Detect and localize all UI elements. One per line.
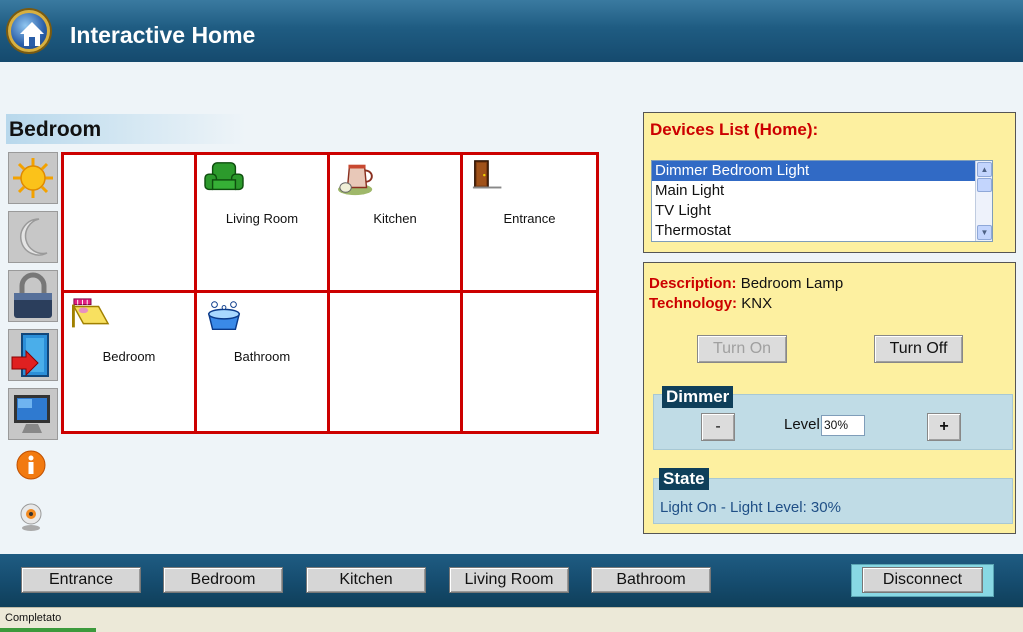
room-label: Living Room: [225, 211, 299, 226]
state-title: State: [659, 468, 709, 490]
exit-door-icon[interactable]: [8, 329, 58, 381]
nav-button-kitchen[interactable]: Kitchen: [306, 567, 426, 593]
devices-list[interactable]: Dimmer Bedroom Light Main Light TV Light…: [651, 160, 993, 242]
armchair-icon: [204, 162, 244, 191]
scroll-up-icon[interactable]: ▲: [977, 162, 992, 177]
device-item[interactable]: Dimmer Bedroom Light: [652, 161, 992, 181]
status-text: Completato: [5, 612, 62, 624]
technology-label: Technology:: [649, 295, 738, 312]
nav-button-entrance[interactable]: Entrance: [21, 567, 141, 593]
pitcher-icon: [338, 164, 373, 196]
room-cell-bedroom[interactable]: Bedroom: [64, 293, 197, 431]
app-header: Interactive Home: [0, 0, 1023, 62]
home-logo-icon: [8, 10, 50, 52]
disconnect-highlight: Disconnect: [851, 564, 994, 597]
info-icon[interactable]: [14, 448, 48, 482]
state-text: Light On - Light Level: 30%: [660, 499, 841, 516]
description-label: Description:: [649, 275, 737, 292]
level-label: Level:: [784, 416, 825, 433]
room-cell-empty: [330, 293, 463, 431]
monitor-icon[interactable]: [8, 388, 58, 440]
scroll-thumb[interactable]: [977, 178, 992, 192]
description-value: Bedroom Lamp: [740, 275, 844, 292]
dimmer-plus-button[interactable]: +: [927, 413, 961, 441]
dimmer-minus-button[interactable]: -: [701, 413, 735, 441]
bathtub-icon: [207, 301, 241, 331]
status-progress-strip: [0, 628, 96, 632]
turn-on-button[interactable]: Turn On: [697, 335, 787, 363]
room-cell-empty: [64, 155, 197, 293]
door-icon: [472, 160, 502, 189]
technology-row: Technology: KNX: [649, 295, 772, 312]
room-label: Kitchen: [373, 211, 417, 226]
room-label: Bathroom: [233, 349, 291, 364]
devices-scrollbar[interactable]: ▲ ▼: [975, 161, 992, 241]
nav-button-bedroom[interactable]: Bedroom: [163, 567, 283, 593]
scroll-down-icon[interactable]: ▼: [977, 225, 992, 240]
nav-button-living-room[interactable]: Living Room: [449, 567, 569, 593]
nav-button-bathroom[interactable]: Bathroom: [591, 567, 711, 593]
bed-icon: [72, 298, 110, 328]
technology-value: KNX: [741, 295, 773, 312]
sun-icon[interactable]: [8, 152, 58, 204]
room-cell-empty: [463, 293, 596, 431]
padlock-icon[interactable]: [8, 270, 58, 322]
description-row: Description: Bedroom Lamp: [649, 275, 843, 292]
footer-bar: Entrance Bedroom Kitchen Living Room Bat…: [0, 554, 1023, 607]
device-detail-panel: Description: Bedroom Lamp Technology: KN…: [643, 262, 1016, 534]
moon-icon[interactable]: [8, 211, 58, 263]
dimmer-title: Dimmer: [662, 386, 734, 408]
room-cell-kitchen[interactable]: Kitchen: [330, 155, 463, 293]
disconnect-button[interactable]: Disconnect: [862, 567, 983, 593]
device-item[interactable]: Main Light: [652, 181, 992, 201]
turn-off-button[interactable]: Turn Off: [874, 335, 963, 363]
room-cell-entrance[interactable]: Entrance: [463, 155, 596, 293]
room-cell-living-room[interactable]: Living Room: [197, 155, 330, 293]
room-title: Bedroom: [6, 114, 246, 144]
device-item[interactable]: Thermostat: [652, 221, 992, 241]
device-item[interactable]: TV Light: [652, 201, 992, 221]
app-title: Interactive Home: [70, 22, 256, 48]
room-grid: Living Room Kitchen Entrance Bedroom Bat…: [61, 152, 599, 434]
room-label: Entrance: [503, 211, 556, 226]
level-input[interactable]: 30%: [821, 415, 865, 436]
devices-title: Devices List (Home):: [650, 120, 819, 139]
devices-panel: Devices List (Home): Dimmer Bedroom Ligh…: [643, 112, 1016, 253]
room-label: Bedroom: [102, 349, 156, 364]
room-cell-bathroom[interactable]: Bathroom: [197, 293, 330, 431]
webcam-icon[interactable]: [14, 500, 48, 534]
status-bar: Completato: [0, 607, 1023, 632]
